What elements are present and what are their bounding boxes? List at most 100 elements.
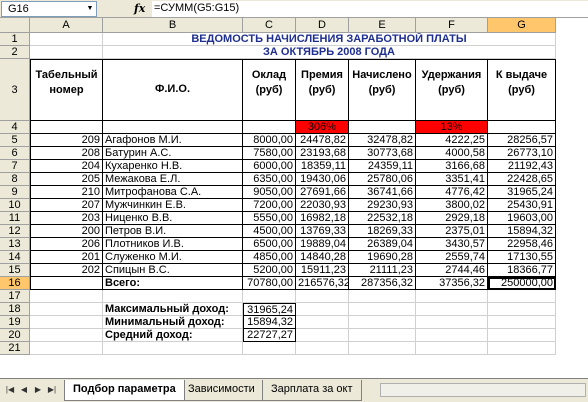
table-cell-premia[interactable]: 14840,28 (296, 251, 349, 264)
table-cell-num[interactable]: 205 (30, 173, 103, 186)
cell[interactable] (296, 290, 349, 303)
table-cell-nach[interactable]: 26389,04 (349, 238, 416, 251)
row-header-6[interactable]: 6 (0, 147, 30, 160)
table-cell-nach[interactable]: 18269,33 (349, 225, 416, 238)
cell[interactable] (296, 329, 349, 342)
table-cell-oklad[interactable]: 7580,00 (243, 147, 296, 160)
stat-value[interactable]: 15894,32 (243, 316, 296, 329)
table-cell-vyd[interactable]: 26773,10 (488, 147, 556, 160)
cell[interactable] (488, 329, 556, 342)
table-cell-num[interactable]: 204 (30, 160, 103, 173)
table-cell-fio[interactable]: Митрофанова С.А. (103, 186, 243, 199)
table-cell-vyd[interactable]: 22958,46 (488, 238, 556, 251)
cell[interactable] (349, 342, 416, 355)
total-ud[interactable]: 37356,32 (416, 277, 488, 290)
row-header-9[interactable]: 9 (0, 186, 30, 199)
cell[interactable] (243, 342, 296, 355)
deduction-rate-cell[interactable]: 13% (416, 121, 488, 134)
formula-input[interactable]: =СУММ(G5:G15) (152, 1, 588, 17)
column-header-d[interactable]: D (296, 18, 349, 33)
row-header-18[interactable]: 18 (0, 303, 30, 316)
table-cell-premia[interactable]: 24478,82 (296, 134, 349, 147)
table-cell-premia[interactable]: 13769,33 (296, 225, 349, 238)
row-header-1[interactable]: 1 (0, 33, 30, 46)
cell[interactable] (349, 316, 416, 329)
stat-value[interactable]: 31965,24 (243, 303, 296, 316)
table-cell-nach[interactable]: 32478,82 (349, 134, 416, 147)
table-cell-ud[interactable]: 2929,18 (416, 212, 488, 225)
horizontal-scrollbar[interactable] (380, 383, 586, 397)
rate-row-cell[interactable] (103, 121, 243, 134)
name-box[interactable]: G16 ▼ (1, 1, 97, 17)
row-header-8[interactable]: 8 (0, 173, 30, 186)
total-premia[interactable]: 216576,32 (296, 277, 349, 290)
row-header-3[interactable]: 3 (0, 59, 30, 121)
select-all-corner[interactable] (0, 18, 30, 33)
table-cell-num[interactable]: 208 (30, 147, 103, 160)
cell[interactable] (30, 342, 103, 355)
first-sheet-icon[interactable]: |◀ (4, 383, 16, 397)
table-cell-num[interactable]: 206 (30, 238, 103, 251)
row-header-12[interactable]: 12 (0, 225, 30, 238)
table-cell-num[interactable]: 203 (30, 212, 103, 225)
cell[interactable] (416, 342, 488, 355)
table-cell-ud[interactable]: 2744,46 (416, 264, 488, 277)
row-header-19[interactable]: 19 (0, 316, 30, 329)
total-nach[interactable]: 287356,32 (349, 277, 416, 290)
cell[interactable] (30, 46, 103, 59)
tab-zarplata[interactable]: Зарплата за окт (262, 380, 362, 401)
table-cell-num[interactable]: 201 (30, 251, 103, 264)
function-icon[interactable]: fx (134, 1, 148, 17)
table-cell-ud[interactable]: 2559,74 (416, 251, 488, 264)
table-cell-num[interactable]: 207 (30, 199, 103, 212)
table-cell-oklad[interactable]: 5200,00 (243, 264, 296, 277)
table-cell-vyd[interactable]: 15894,32 (488, 225, 556, 238)
row-header-10[interactable]: 10 (0, 199, 30, 212)
table-cell-oklad[interactable]: 9050,00 (243, 186, 296, 199)
chevron-down-icon[interactable]: ▼ (85, 3, 95, 15)
cell[interactable] (296, 342, 349, 355)
table-cell-num[interactable]: 202 (30, 264, 103, 277)
table-cell-fio[interactable]: Петров В.И. (103, 225, 243, 238)
table-cell-premia[interactable]: 23193,68 (296, 147, 349, 160)
table-cell-vyd[interactable]: 18366,77 (488, 264, 556, 277)
row-header-17[interactable]: 17 (0, 290, 30, 303)
table-cell-vyd[interactable]: 28256,57 (488, 134, 556, 147)
row-header-15[interactable]: 15 (0, 264, 30, 277)
table-cell-ud[interactable]: 3166,68 (416, 160, 488, 173)
cell[interactable] (416, 290, 488, 303)
table-cell-num[interactable]: 210 (30, 186, 103, 199)
table-cell-nach[interactable]: 36741,66 (349, 186, 416, 199)
column-header-a[interactable]: A (30, 18, 103, 33)
table-cell-nach[interactable]: 29230,93 (349, 199, 416, 212)
table-cell-nach[interactable]: 25780,06 (349, 173, 416, 186)
cell[interactable] (30, 329, 103, 342)
cell[interactable] (30, 290, 103, 303)
table-cell-nach[interactable]: 21111,23 (349, 264, 416, 277)
stat-value[interactable]: 22727,27 (243, 329, 296, 342)
total-empty[interactable] (30, 277, 103, 290)
table-cell-oklad[interactable]: 5550,00 (243, 212, 296, 225)
table-cell-fio[interactable]: Батурин А.С. (103, 147, 243, 160)
row-header-21[interactable]: 21 (0, 342, 30, 355)
total-label[interactable]: Всего: (103, 277, 243, 290)
row-header-14[interactable]: 14 (0, 251, 30, 264)
table-cell-oklad[interactable]: 6000,00 (243, 160, 296, 173)
column-header-e[interactable]: E (349, 18, 416, 33)
table-cell-nach[interactable]: 30773,68 (349, 147, 416, 160)
total-vyd[interactable]: 250000,00 (488, 277, 556, 290)
table-cell-vyd[interactable]: 19603,00 (488, 212, 556, 225)
cell[interactable] (243, 290, 296, 303)
table-cell-num[interactable]: 209 (30, 134, 103, 147)
table-cell-premia[interactable]: 27691,66 (296, 186, 349, 199)
row-header-7[interactable]: 7 (0, 160, 30, 173)
prev-sheet-icon[interactable]: ◀ (18, 383, 30, 397)
table-cell-premia[interactable]: 19889,04 (296, 238, 349, 251)
column-header-b[interactable]: B (103, 18, 243, 33)
next-sheet-icon[interactable]: ▶ (32, 383, 44, 397)
cell[interactable] (30, 303, 103, 316)
table-cell-premia[interactable]: 19430,06 (296, 173, 349, 186)
table-cell-vyd[interactable]: 25430,91 (488, 199, 556, 212)
table-cell-vyd[interactable]: 17130,55 (488, 251, 556, 264)
table-cell-oklad[interactable]: 6500,00 (243, 238, 296, 251)
